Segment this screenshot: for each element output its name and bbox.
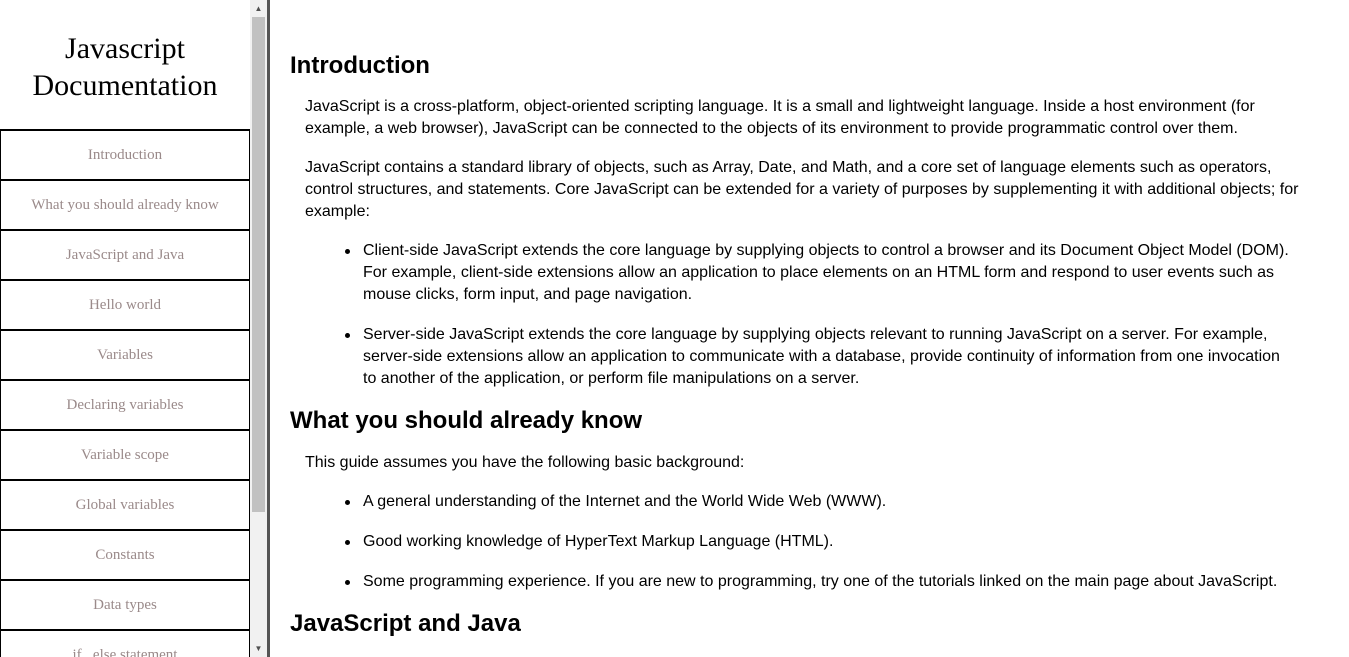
nav-link-what-you-should-already-know[interactable]: What you should already know [0, 179, 250, 229]
nav-link-constants[interactable]: Constants [0, 529, 250, 579]
navbar-title: Javascript Documentation [0, 0, 250, 102]
bullet-icon [345, 540, 350, 545]
nav-link-data-types[interactable]: Data types [0, 579, 250, 629]
nav-list: Introduction What you should already kno… [0, 129, 250, 657]
section-title-javascript-and-java: JavaScript and Java [290, 610, 521, 637]
scrollbar-thumb[interactable] [252, 17, 265, 512]
nav-link-javascript-and-java[interactable]: JavaScript and Java [0, 229, 250, 279]
nav-link-if-else-statement[interactable]: if...else statement [0, 629, 250, 657]
nav-link-hello-world[interactable]: Hello world [0, 279, 250, 329]
nav-link-global-variables[interactable]: Global variables [0, 479, 250, 529]
bullet-icon [345, 249, 350, 254]
sidebar-divider [267, 0, 270, 657]
list-item: Some programming experience. If you are … [345, 571, 1293, 593]
scroll-up-arrow-icon[interactable]: ▲ [250, 0, 267, 17]
list-item: Client-side JavaScript extends the core … [345, 240, 1293, 306]
bullet-icon [345, 500, 350, 505]
know-bullet-html: Good working knowledge of HyperText Mark… [363, 533, 834, 550]
navbar-title-line2: Documentation [32, 69, 218, 102]
intro-bullet-server-side: Server-side JavaScript extends the core … [363, 326, 1280, 387]
sidebar-scrollbar[interactable]: ▲ ▼ [250, 0, 267, 657]
scroll-down-arrow-icon[interactable]: ▼ [250, 640, 267, 657]
navbar-title-line1: Javascript [65, 32, 185, 65]
know-paragraph-1: This guide assumes you have the followin… [305, 454, 745, 471]
bullet-icon [345, 580, 350, 585]
intro-paragraph-2: JavaScript contains a standard library o… [305, 159, 1299, 220]
list-item: A general understanding of the Internet … [345, 491, 1293, 513]
nav-link-declaring-variables[interactable]: Declaring variables [0, 379, 250, 429]
know-bullet-internet: A general understanding of the Internet … [363, 493, 887, 510]
nav-link-variables[interactable]: Variables [0, 329, 250, 379]
main-doc: Introduction JavaScript is a cross-platf… [290, 0, 1320, 657]
nav-link-variable-scope[interactable]: Variable scope [0, 429, 250, 479]
intro-bullet-client-side: Client-side JavaScript extends the core … [363, 242, 1289, 303]
list-item: Server-side JavaScript extends the core … [345, 324, 1293, 390]
bullet-icon [345, 333, 350, 338]
navbar: Javascript Documentation Introduction Wh… [0, 0, 250, 657]
intro-paragraph-1: JavaScript is a cross-platform, object-o… [305, 98, 1255, 137]
list-item: Good working knowledge of HyperText Mark… [345, 531, 1293, 553]
section-title-introduction: Introduction [290, 52, 430, 79]
section-title-what-you-should-already-know: What you should already know [290, 407, 643, 434]
know-bullet-programming: Some programming experience. If you are … [363, 573, 1278, 590]
nav-link-introduction[interactable]: Introduction [0, 129, 250, 179]
